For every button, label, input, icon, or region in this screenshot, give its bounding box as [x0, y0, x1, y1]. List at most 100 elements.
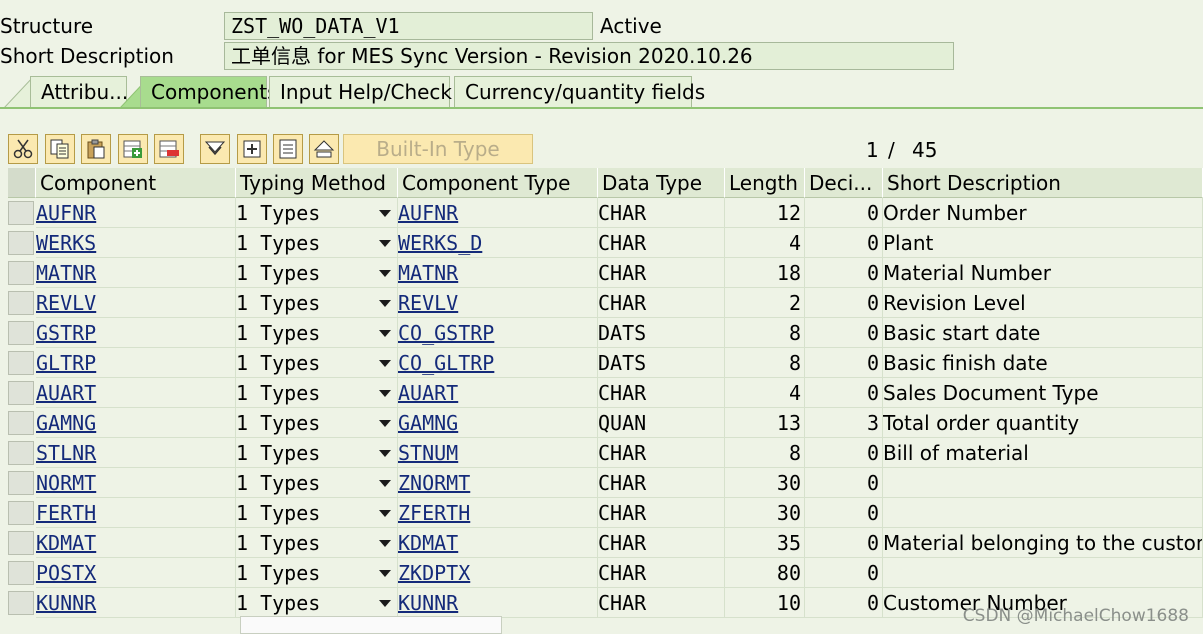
insert-button[interactable]: [237, 134, 267, 164]
tab-currency-quantity-fields[interactable]: Currency/quantity fields: [454, 76, 705, 108]
typing-method-cell[interactable]: 1 Types: [236, 228, 398, 258]
table-row[interactable]: POSTX 1 Types ZKDPTX CHAR 80 0: [0, 558, 1203, 588]
row-selector[interactable]: [8, 351, 34, 375]
data-type-cell[interactable]: DATS: [598, 348, 725, 378]
component-cell[interactable]: GSTRP: [36, 318, 236, 348]
upload-button[interactable]: [309, 134, 339, 164]
length-cell[interactable]: 30: [725, 498, 805, 528]
length-cell[interactable]: 30: [725, 468, 805, 498]
component-type-cell[interactable]: STNUM: [398, 438, 598, 468]
dropdown-arrow-icon[interactable]: [379, 480, 391, 487]
decimal-cell[interactable]: 0: [805, 348, 883, 378]
short-description-cell[interactable]: Basic start date: [883, 318, 1203, 348]
short-description-cell[interactable]: Revision Level: [883, 288, 1203, 318]
dropdown-arrow-icon[interactable]: [379, 300, 391, 307]
typing-method-cell[interactable]: 1 Types: [236, 468, 398, 498]
length-cell[interactable]: 8: [725, 438, 805, 468]
length-cell[interactable]: 35: [725, 528, 805, 558]
decimal-cell[interactable]: 0: [805, 228, 883, 258]
row-selector[interactable]: [8, 231, 34, 255]
short-description-cell[interactable]: Bill of material: [883, 438, 1203, 468]
component-type-cell[interactable]: CO_GLTRP: [398, 348, 598, 378]
component-type-cell[interactable]: ZFERTH: [398, 498, 598, 528]
table-row[interactable]: STLNR 1 Types STNUM CHAR 8 0 Bill of material: [0, 438, 1203, 468]
component-cell[interactable]: KDMAT: [36, 528, 236, 558]
select-all-cell[interactable]: [8, 168, 36, 198]
tab-input-help-check[interactable]: Input Help/Check: [269, 76, 452, 108]
table-row[interactable]: FERTH 1 Types ZFERTH CHAR 30 0: [0, 498, 1203, 528]
component-cell[interactable]: AUART: [36, 378, 236, 408]
component-type-cell[interactable]: CO_GSTRP: [398, 318, 598, 348]
insert-row-button[interactable]: [118, 134, 148, 164]
dropdown-arrow-icon[interactable]: [379, 570, 391, 577]
decimal-cell[interactable]: 0: [805, 318, 883, 348]
dropdown-arrow-icon[interactable]: [379, 450, 391, 457]
data-type-cell[interactable]: CHAR: [598, 528, 725, 558]
dropdown-arrow-icon[interactable]: [379, 510, 391, 517]
data-type-cell[interactable]: CHAR: [598, 558, 725, 588]
find-button[interactable]: [200, 134, 230, 164]
decimal-cell[interactable]: 0: [805, 438, 883, 468]
data-type-cell[interactable]: CHAR: [598, 498, 725, 528]
typing-method-cell[interactable]: 1 Types: [236, 258, 398, 288]
length-cell[interactable]: 8: [725, 348, 805, 378]
row-selector[interactable]: [8, 441, 34, 465]
short-description-cell[interactable]: Total order quantity: [883, 408, 1203, 438]
decimal-cell[interactable]: 0: [805, 258, 883, 288]
table-row[interactable]: GLTRP 1 Types CO_GLTRP DATS 8 0 Basic finish d…: [0, 348, 1203, 378]
component-cell[interactable]: KUNNR: [36, 588, 236, 618]
component-cell[interactable]: GAMNG: [36, 408, 236, 438]
table-row[interactable]: NORMT 1 Types ZNORMT CHAR 30 0: [0, 468, 1203, 498]
table-row[interactable]: REVLV 1 Types REVLV CHAR 2 0 Revision Level: [0, 288, 1203, 318]
dropdown-arrow-icon[interactable]: [379, 240, 391, 247]
component-type-cell[interactable]: GAMNG: [398, 408, 598, 438]
copy-button[interactable]: [45, 134, 75, 164]
table-row[interactable]: AUFNR 1 Types AUFNR CHAR 12 0 Order Number: [0, 198, 1203, 228]
row-selector[interactable]: [8, 201, 34, 225]
row-selector[interactable]: [8, 321, 34, 345]
component-type-cell[interactable]: MATNR: [398, 258, 598, 288]
component-cell[interactable]: NORMT: [36, 468, 236, 498]
typing-method-cell[interactable]: 1 Types: [236, 498, 398, 528]
component-type-cell[interactable]: KDMAT: [398, 528, 598, 558]
decimal-cell[interactable]: 0: [805, 498, 883, 528]
data-type-cell[interactable]: DATS: [598, 318, 725, 348]
column-header-component-type[interactable]: Component Type: [398, 168, 598, 198]
short-description-cell[interactable]: [883, 558, 1203, 588]
data-type-cell[interactable]: CHAR: [598, 198, 725, 228]
typing-method-cell[interactable]: 1 Types: [236, 408, 398, 438]
row-selector[interactable]: [8, 261, 34, 285]
short-description-cell[interactable]: Order Number: [883, 198, 1203, 228]
table-row[interactable]: GSTRP 1 Types CO_GSTRP DATS 8 0 Basic start da…: [0, 318, 1203, 348]
length-cell[interactable]: 8: [725, 318, 805, 348]
length-cell[interactable]: 80: [725, 558, 805, 588]
details-button[interactable]: [273, 134, 303, 164]
table-row[interactable]: AUART 1 Types AUART CHAR 4 0 Sales Document Ty…: [0, 378, 1203, 408]
data-type-cell[interactable]: CHAR: [598, 588, 725, 618]
data-type-cell[interactable]: CHAR: [598, 468, 725, 498]
data-type-cell[interactable]: CHAR: [598, 228, 725, 258]
component-type-cell[interactable]: AUFNR: [398, 198, 598, 228]
length-cell[interactable]: 12: [725, 198, 805, 228]
dropdown-arrow-icon[interactable]: [379, 330, 391, 337]
typing-method-cell[interactable]: 1 Types: [236, 438, 398, 468]
component-type-cell[interactable]: ZKDPTX: [398, 558, 598, 588]
decimal-cell[interactable]: 0: [805, 528, 883, 558]
length-cell[interactable]: 18: [725, 258, 805, 288]
typing-method-cell[interactable]: 1 Types: [236, 348, 398, 378]
decimal-cell[interactable]: 3: [805, 408, 883, 438]
dropdown-arrow-icon[interactable]: [379, 540, 391, 547]
length-cell[interactable]: 4: [725, 228, 805, 258]
short-description-field[interactable]: 工单信息 for MES Sync Version - Revision 202…: [224, 42, 954, 70]
short-description-cell[interactable]: Basic finish date: [883, 348, 1203, 378]
component-type-cell[interactable]: KUNNR: [398, 588, 598, 618]
component-type-cell[interactable]: AUART: [398, 378, 598, 408]
short-description-cell[interactable]: Plant: [883, 228, 1203, 258]
row-selector[interactable]: [8, 501, 34, 525]
table-row[interactable]: MATNR 1 Types MATNR CHAR 18 0 Material Number: [0, 258, 1203, 288]
tab-components[interactable]: Components: [140, 76, 278, 108]
table-row[interactable]: WERKS 1 Types WERKS_D CHAR 4 0 Plant: [0, 228, 1203, 258]
short-description-cell[interactable]: Material Number: [883, 258, 1203, 288]
horizontal-scrollbar[interactable]: [240, 616, 502, 634]
short-description-cell[interactable]: Material belonging to the customer: [883, 528, 1203, 558]
